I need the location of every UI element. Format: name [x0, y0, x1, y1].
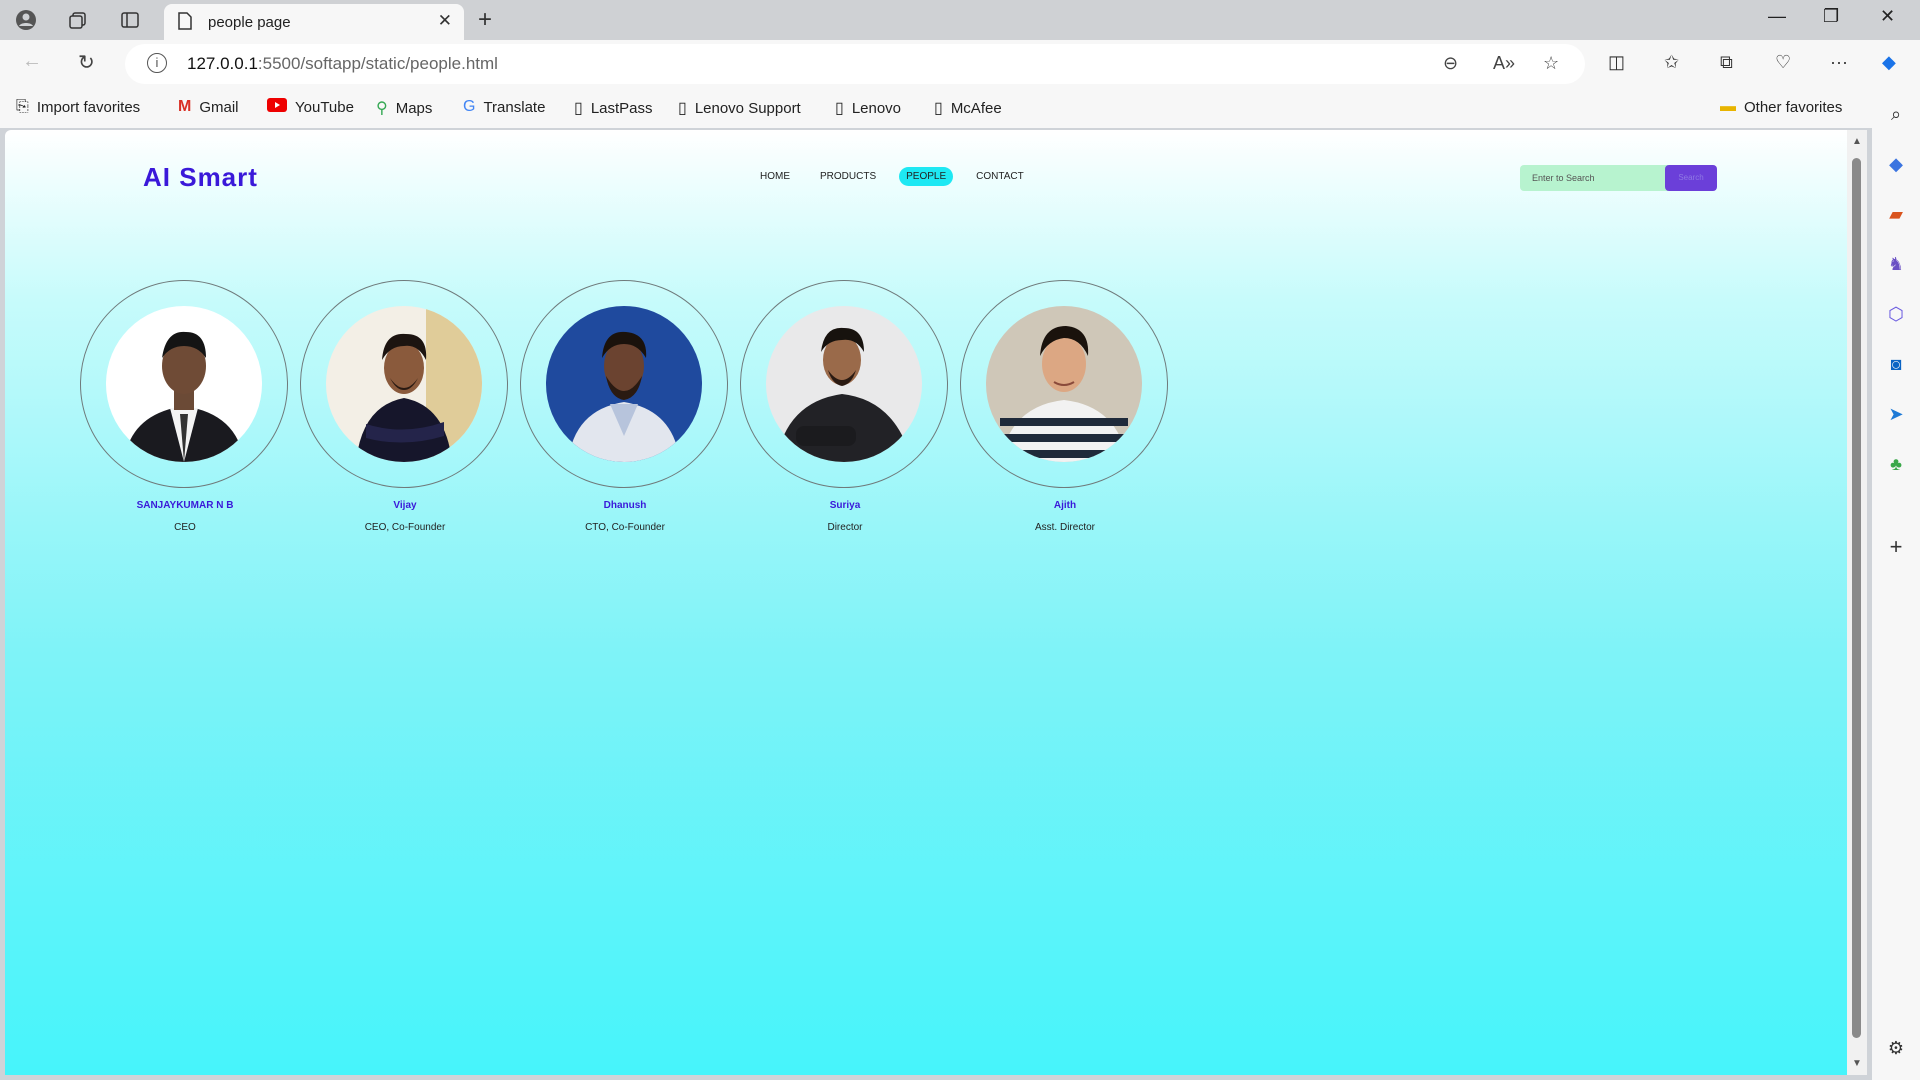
- import-icon: ⎘: [16, 98, 29, 115]
- tools-icon[interactable]: ▰: [1884, 204, 1908, 228]
- nav-home[interactable]: HOME: [753, 167, 797, 186]
- scroll-down-arrow-icon[interactable]: ▼: [1852, 1058, 1862, 1069]
- active-tab[interactable]: people page ✕: [164, 4, 464, 40]
- bookmark-lenovo[interactable]: ▯ Lenovo: [835, 98, 901, 118]
- nav-people[interactable]: PEOPLE: [899, 167, 954, 186]
- youtube-icon: [267, 98, 287, 117]
- split-screen-icon[interactable]: ◫: [1608, 52, 1625, 73]
- person-role: Director: [827, 522, 863, 533]
- close-window-button[interactable]: ✕: [1880, 6, 1895, 27]
- bookmark-import-favorites[interactable]: ⎘ Import favorites: [16, 98, 140, 116]
- back-button[interactable]: ←: [22, 50, 42, 73]
- scroll-up-arrow-icon[interactable]: ▲: [1852, 136, 1862, 147]
- browser-sidebar: ⌕ ◆ ▰ ♞ ⬡ ◙ ➤ ♣ + ⚙: [1872, 88, 1920, 1080]
- maps-icon: ⚲: [376, 100, 388, 117]
- page-icon: ▯: [574, 100, 583, 117]
- games-icon[interactable]: ♞: [1884, 254, 1908, 278]
- person-photo: [546, 306, 702, 462]
- person-name: Suriya: [829, 500, 861, 511]
- scrollbar-thumb[interactable]: [1852, 158, 1861, 1038]
- nav-products[interactable]: PRODUCTS: [813, 167, 883, 186]
- favorites-icon[interactable]: ✩: [1664, 52, 1679, 73]
- outlook-icon[interactable]: ◙: [1884, 354, 1908, 378]
- bookmarks-bar: ⎘ Import favorites M Gmail YouTube ⚲ Maps G…: [0, 88, 1920, 128]
- shopping-icon[interactable]: ◆: [1884, 154, 1908, 178]
- person-card: Suriya Director: [740, 280, 950, 533]
- translate-icon: G: [463, 98, 476, 115]
- person-photo: [986, 306, 1142, 462]
- url-text: 127.0.0.1:5500/softapp/static/people.htm…: [187, 54, 498, 73]
- search-icon[interactable]: ⌕: [1884, 104, 1908, 128]
- more-menu-icon[interactable]: ···: [1830, 52, 1848, 73]
- site-brand: AI Smart: [143, 162, 258, 192]
- person-role: Asst. Director: [1034, 522, 1095, 533]
- bookmark-lastpass[interactable]: ▯ LastPass: [574, 98, 653, 118]
- gmail-icon: M: [178, 98, 192, 115]
- person-photo: [326, 306, 482, 462]
- folder-icon: ▬: [1720, 98, 1736, 115]
- person-card: SANJAYKUMAR N B CEO: [80, 280, 290, 533]
- collections-toolbar-icon[interactable]: ⧉: [1720, 52, 1733, 73]
- browser-essentials-icon[interactable]: ♡: [1775, 52, 1791, 73]
- person-photo: [766, 306, 922, 462]
- photo-ring: [80, 280, 288, 488]
- nav-contact[interactable]: CONTACT: [969, 167, 1031, 186]
- photo-ring: [300, 280, 508, 488]
- person-photo: [106, 306, 262, 462]
- bookmark-mcafee[interactable]: ▯ McAfee: [934, 98, 1002, 118]
- restore-button[interactable]: ❐: [1823, 6, 1839, 27]
- page-scrollbar[interactable]: ▲ ▼: [1847, 130, 1867, 1075]
- site-nav: HOME PRODUCTS PEOPLE CONTACT: [753, 167, 1047, 186]
- photo-ring: [740, 280, 948, 488]
- person-card: Dhanush CTO, Co-Founder: [520, 280, 730, 533]
- photo-ring: [960, 280, 1168, 488]
- bookmark-gmail[interactable]: M Gmail: [178, 98, 239, 116]
- person-role: CTO, Co-Founder: [585, 522, 665, 533]
- page-icon: ▯: [678, 100, 687, 117]
- page-icon: ▯: [934, 100, 943, 117]
- bookmark-lenovo-support[interactable]: ▯ Lenovo Support: [678, 98, 801, 118]
- person-name: Dhanush: [603, 500, 647, 511]
- microsoft365-icon[interactable]: ⬡: [1884, 304, 1908, 328]
- settings-icon[interactable]: ⚙: [1884, 1038, 1908, 1062]
- person-role: CEO, Co-Founder: [364, 522, 446, 533]
- photo-ring: [520, 280, 728, 488]
- add-icon[interactable]: +: [1884, 534, 1908, 559]
- close-tab-icon[interactable]: ✕: [438, 11, 452, 31]
- page-icon: [178, 12, 192, 35]
- tree-icon[interactable]: ♣: [1884, 454, 1908, 478]
- search-button[interactable]: Search: [1665, 165, 1717, 191]
- person-name: Ajith: [1053, 500, 1077, 511]
- bookmark-translate[interactable]: G Translate: [463, 98, 545, 116]
- other-favorites[interactable]: ▬ Other favorites: [1720, 98, 1842, 116]
- page-viewport: AI Smart HOME PRODUCTS PEOPLE CONTACT En…: [5, 130, 1847, 1075]
- refresh-button[interactable]: ↻: [78, 50, 95, 75]
- read-aloud-icon[interactable]: A»: [1493, 53, 1515, 74]
- new-tab-button[interactable]: +: [478, 6, 492, 34]
- bookmark-youtube[interactable]: YouTube: [267, 98, 354, 117]
- vertical-tabs-icon[interactable]: [118, 8, 142, 32]
- person-role: CEO: [174, 522, 196, 533]
- person-name: SANJAYKUMAR N B: [136, 500, 234, 511]
- favorite-star-icon[interactable]: ☆: [1543, 53, 1559, 74]
- copilot-icon[interactable]: ◆: [1882, 52, 1896, 73]
- send-icon[interactable]: ➤: [1884, 404, 1908, 428]
- url-field[interactable]: i 127.0.0.1:5500/softapp/static/people.h…: [125, 44, 1585, 84]
- collections-icon[interactable]: [66, 8, 90, 32]
- minimize-button[interactable]: —: [1768, 6, 1786, 27]
- browser-title-bar: people page ✕ + — ❐ ✕: [0, 0, 1920, 40]
- address-bar-row: ← ↻ i 127.0.0.1:5500/softapp/static/peop…: [0, 40, 1920, 88]
- person-card: Vijay CEO, Co-Founder: [300, 280, 510, 533]
- person-card: Ajith Asst. Director: [960, 280, 1170, 533]
- bookmark-maps[interactable]: ⚲ Maps: [376, 98, 432, 118]
- zoom-out-icon[interactable]: ⊖: [1443, 53, 1458, 74]
- tab-title: people page: [208, 14, 291, 31]
- page-icon: ▯: [835, 100, 844, 117]
- search-input[interactable]: Enter to Search: [1520, 165, 1668, 191]
- person-name: Vijay: [393, 500, 417, 511]
- site-info-icon[interactable]: i: [147, 53, 167, 73]
- profile-icon[interactable]: [14, 8, 38, 32]
